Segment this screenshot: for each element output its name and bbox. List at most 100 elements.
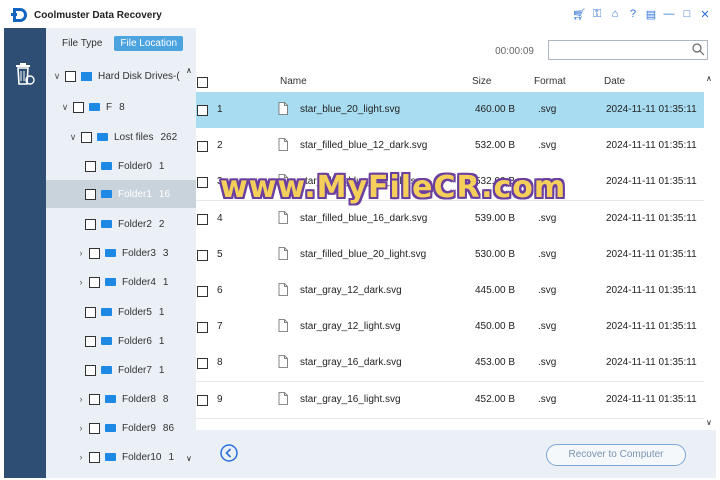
- search-icon[interactable]: [691, 42, 705, 56]
- row-checkbox[interactable]: [197, 105, 208, 116]
- home-icon[interactable]: ⌂: [608, 6, 622, 22]
- scroll-up-icon[interactable]: ∧: [186, 66, 192, 75]
- tree-node-folder[interactable]: Folder2 2: [82, 210, 164, 238]
- chevron-right-icon[interactable]: ›: [76, 277, 86, 287]
- minimize-icon[interactable]: —: [662, 6, 676, 22]
- row-checkbox[interactable]: [197, 358, 208, 370]
- table-row[interactable]: 2 star_filled_blue_12_dark.svg 532.00 B .sv…: [196, 128, 704, 166]
- main-content: 00:00:09 Name Size Format Date 1 star_blu…: [196, 28, 716, 478]
- row-checkbox[interactable]: [197, 213, 208, 225]
- checkbox[interactable]: [89, 393, 100, 405]
- file-name: star_gray_12_dark.svg: [300, 285, 402, 296]
- row-checkbox[interactable]: [197, 141, 208, 153]
- recycle-bin-icon[interactable]: [14, 62, 36, 88]
- table-row[interactable]: 4 star_filled_blue_16_dark.svg 539.00 B .sv…: [196, 200, 704, 238]
- file-size: 539.00 B: [475, 212, 516, 224]
- tree-node-folder[interactable]: › Folder3 3: [76, 239, 168, 267]
- chevron-right-icon[interactable]: ›: [76, 394, 86, 404]
- column-size[interactable]: Size: [472, 76, 491, 87]
- feedback-icon[interactable]: ▤: [644, 6, 658, 22]
- checkbox[interactable]: [85, 160, 96, 172]
- checkbox[interactable]: [89, 422, 100, 434]
- close-icon[interactable]: ✕: [698, 6, 712, 22]
- checkbox[interactable]: [85, 188, 96, 200]
- tree-node-drive[interactable]: ∨ Hard Disk Drives-(: [52, 62, 180, 90]
- file-format: .svg: [538, 321, 557, 333]
- tree-node-folder[interactable]: › Folder9 86: [76, 414, 174, 442]
- tree-node-folder[interactable]: Folder0 1: [82, 152, 164, 180]
- table-row[interactable]: 7 star_gray_12_light.svg 450.00 B .svg 2024-…: [196, 309, 704, 347]
- tree-node-folder[interactable]: Folder6 1: [82, 327, 164, 355]
- scroll-down-icon[interactable]: ∨: [186, 454, 192, 463]
- folder-icon: [101, 220, 112, 228]
- row-index: 8: [217, 357, 223, 369]
- file-icon: [278, 102, 288, 115]
- table-row[interactable]: 1 star_blue_20_light.svg 460.00 B .svg 2024-…: [196, 92, 704, 129]
- tree-count: 1: [158, 306, 165, 318]
- chevron-right-icon[interactable]: ›: [76, 248, 86, 258]
- table-row[interactable]: 5 star_filled_blue_20_light.svg 530.00 B .s…: [196, 236, 704, 274]
- row-checkbox[interactable]: [197, 249, 208, 261]
- file-size: 445.00 B: [475, 285, 516, 296]
- checkbox[interactable]: [89, 276, 100, 288]
- tree-node-folder[interactable]: Folder5 1: [82, 298, 164, 326]
- table-row[interactable]: 9 star_gray_16_light.svg 452.00 B .svg 2024-…: [196, 381, 704, 419]
- checkbox[interactable]: [65, 70, 76, 82]
- chevron-right-icon[interactable]: ›: [76, 423, 86, 433]
- file-size: 450.00 B: [475, 321, 516, 333]
- scroll-down-icon[interactable]: ∨: [706, 418, 712, 427]
- tree-count: 16: [158, 188, 171, 200]
- checkbox[interactable]: [85, 218, 96, 230]
- file-icon: [278, 210, 288, 224]
- file-format: .svg: [538, 140, 557, 152]
- chevron-right-icon[interactable]: ›: [76, 452, 86, 462]
- table-scrollbar[interactable]: ∧ ∨: [704, 72, 716, 430]
- checkbox[interactable]: [85, 364, 96, 376]
- key-icon[interactable]: ⚿: [590, 6, 604, 22]
- checkbox[interactable]: [89, 451, 100, 463]
- tree-node-partition[interactable]: ∨ F 8: [60, 93, 125, 121]
- tree-node-folder[interactable]: Folder7 1: [82, 356, 164, 384]
- folder-icon: [101, 190, 112, 198]
- cart-icon[interactable]: 🛒︎: [572, 6, 586, 22]
- tree-node-folder[interactable]: › Folder4 1: [76, 268, 168, 296]
- tree-node-folder-selected[interactable]: Folder1 16: [46, 180, 196, 208]
- tab-file-type[interactable]: File Type: [56, 36, 108, 51]
- row-checkbox[interactable]: [197, 322, 208, 334]
- file-icon: [278, 283, 288, 296]
- maximize-icon[interactable]: □: [680, 6, 694, 22]
- tree-label: Folder4: [122, 276, 156, 288]
- table-row[interactable]: 8 star_gray_16_dark.svg 453.00 B .svg 2024-1…: [196, 345, 704, 383]
- help-icon[interactable]: ?: [626, 6, 640, 22]
- column-name[interactable]: Name: [280, 76, 307, 87]
- file-icon: [278, 391, 288, 405]
- column-format[interactable]: Format: [534, 76, 566, 87]
- column-date[interactable]: Date: [604, 76, 625, 87]
- back-button[interactable]: [220, 444, 238, 462]
- checkbox[interactable]: [85, 306, 96, 318]
- scroll-up-icon[interactable]: ∧: [706, 74, 712, 83]
- select-all-checkbox[interactable]: [197, 77, 208, 88]
- watermark-text: www.MyFileCR.com: [220, 170, 567, 205]
- tab-file-location[interactable]: File Location: [114, 36, 184, 51]
- checkbox[interactable]: [73, 101, 84, 113]
- tree-node-lost-files[interactable]: ∨ Lost files 262: [68, 123, 177, 151]
- file-date: 2024-11-11 01:35:11: [606, 176, 697, 188]
- search-input[interactable]: [548, 40, 708, 60]
- table-row[interactable]: 6 star_gray_12_dark.svg 445.00 B .svg 2024-1…: [196, 273, 704, 310]
- row-checkbox[interactable]: [197, 177, 208, 189]
- chevron-down-icon[interactable]: ∨: [60, 102, 70, 113]
- chevron-down-icon[interactable]: ∨: [68, 132, 78, 143]
- tree-label: Folder6: [118, 335, 152, 347]
- row-checkbox[interactable]: [197, 394, 208, 406]
- tree-node-folder[interactable]: › Folder8 8: [76, 385, 168, 413]
- folder-icon: [101, 337, 112, 345]
- file-date: 2024-11-11 01:35:11: [606, 393, 697, 405]
- checkbox[interactable]: [85, 335, 96, 347]
- tree-node-folder[interactable]: › Folder10 1: [76, 443, 196, 471]
- chevron-down-icon[interactable]: ∨: [52, 71, 62, 82]
- checkbox[interactable]: [89, 247, 100, 259]
- row-checkbox[interactable]: [197, 286, 208, 297]
- checkbox[interactable]: [81, 131, 92, 143]
- recover-to-computer-button[interactable]: Recover to Computer: [546, 444, 686, 466]
